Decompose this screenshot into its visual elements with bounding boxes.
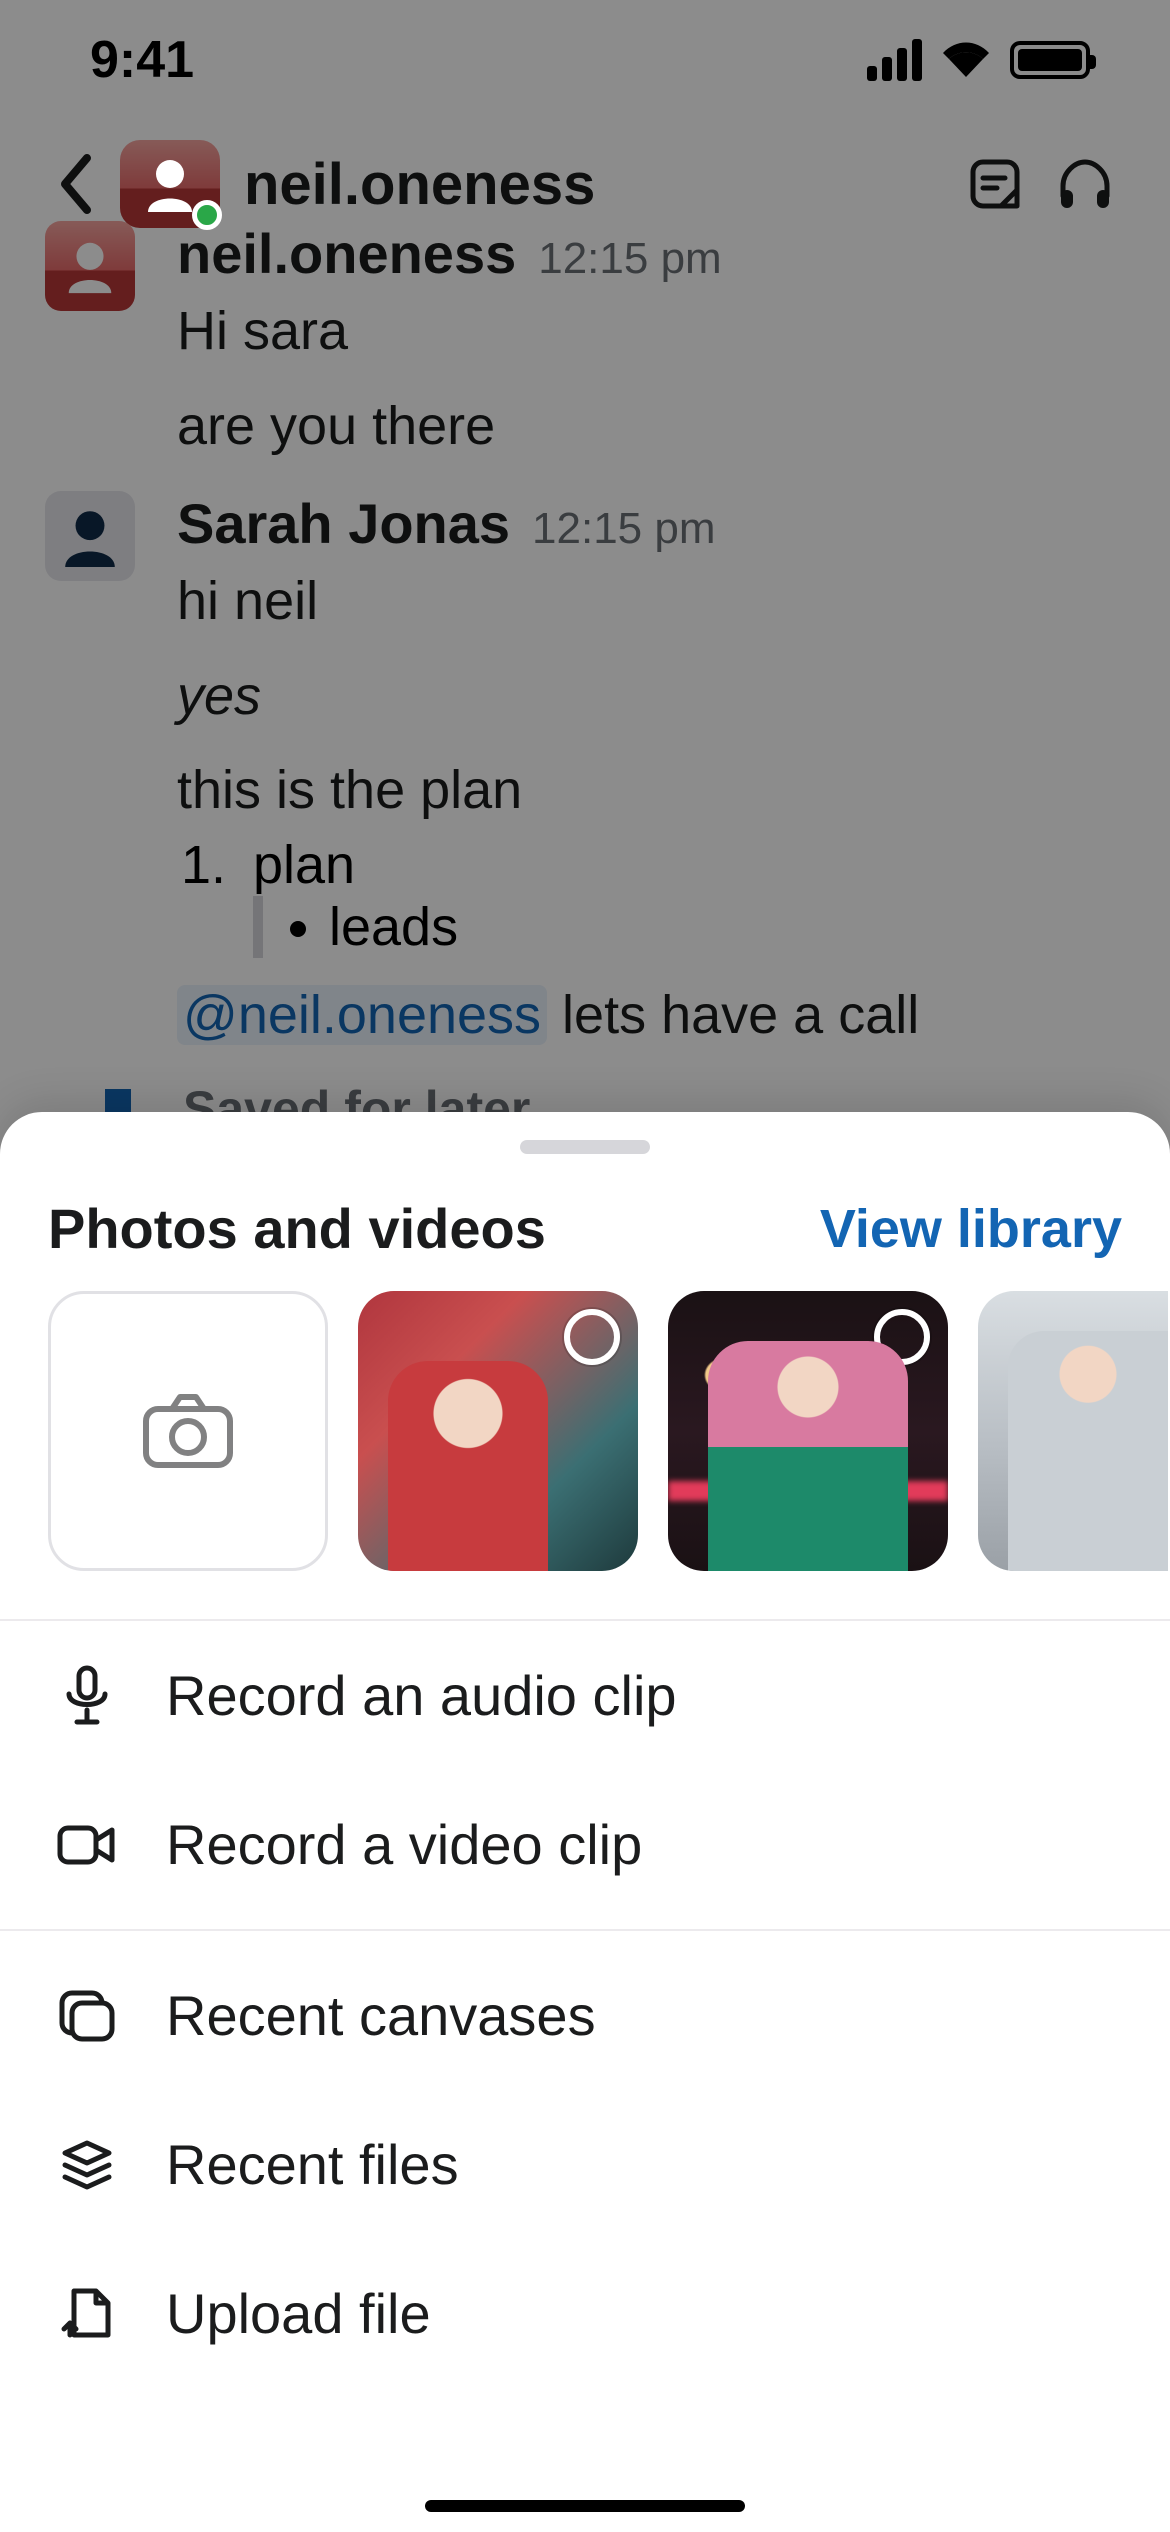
microphone-icon	[56, 1664, 118, 1728]
view-library-link[interactable]: View library	[820, 1198, 1122, 1260]
recent-canvases-option[interactable]: Recent canvases	[0, 1941, 1170, 2090]
option-label: Recent files	[166, 2132, 459, 2197]
upload-file-option[interactable]: Upload file	[0, 2239, 1170, 2388]
presence-active-icon	[192, 200, 222, 230]
upload-file-icon	[56, 2285, 118, 2343]
open-camera-button[interactable]	[48, 1291, 328, 1571]
divider	[0, 1929, 1170, 1931]
attachment-sheet: Photos and videos View library	[0, 1112, 1170, 2532]
camera-icon	[140, 1391, 236, 1471]
video-camera-icon	[56, 1822, 118, 1868]
selection-circle-icon[interactable]	[564, 1309, 620, 1365]
home-indicator[interactable]	[425, 2500, 745, 2512]
sheet-grabber[interactable]	[520, 1140, 650, 1154]
photo-thumbnail-strip[interactable]	[0, 1291, 1170, 1619]
recent-files-option[interactable]: Recent files	[0, 2090, 1170, 2239]
photo-thumbnail[interactable]	[978, 1291, 1168, 1571]
photo-thumbnail[interactable]	[358, 1291, 638, 1571]
sheet-title: Photos and videos	[48, 1196, 546, 1261]
option-label: Recent canvases	[166, 1983, 596, 2048]
option-label: Record an audio clip	[166, 1663, 677, 1728]
selection-circle-icon[interactable]	[874, 1309, 930, 1365]
record-audio-option[interactable]: Record an audio clip	[0, 1621, 1170, 1770]
photo-thumbnail[interactable]	[668, 1291, 948, 1571]
option-label: Record a video clip	[166, 1812, 642, 1877]
option-label: Upload file	[166, 2281, 431, 2346]
record-video-option[interactable]: Record a video clip	[0, 1770, 1170, 1919]
files-stack-icon	[56, 2137, 118, 2193]
canvas-icon	[56, 1989, 118, 2043]
